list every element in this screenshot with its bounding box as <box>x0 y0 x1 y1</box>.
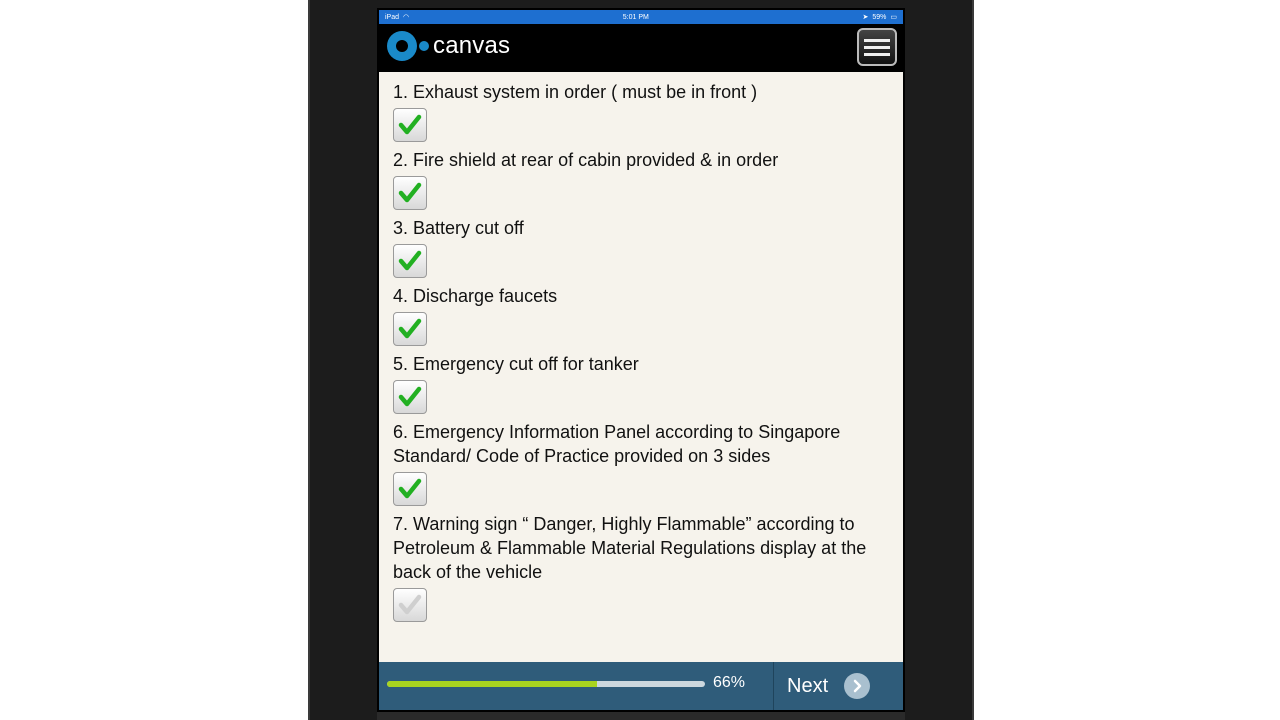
checklist-item-label: 6. Emergency Information Panel according… <box>393 422 841 466</box>
battery-icon: ▭ <box>890 14 897 21</box>
footer-divider <box>773 662 774 710</box>
checklist-item: 5. Emergency cut off for tanker <box>393 352 891 414</box>
canvas-logo-dot-icon <box>419 41 429 51</box>
checklist-item: 6. Emergency Information Panel according… <box>393 420 891 506</box>
checklist-checkbox[interactable] <box>393 108 427 142</box>
checklist-item-label: 7. Warning sign “ Danger, Highly Flammab… <box>393 514 867 582</box>
progress-bar <box>387 681 705 687</box>
checklist-item-label: 1. Exhaust system in order ( must be in … <box>393 82 758 102</box>
status-time: 5:01 PM <box>622 13 649 21</box>
app-header: canvas <box>379 24 903 72</box>
battery-percent: 59% <box>872 13 887 21</box>
canvas-logo[interactable]: canvas <box>387 31 510 61</box>
status-bar: iPad ◠ 5:01 PM ➤ 59% ▭ <box>379 10 903 24</box>
progress-fill <box>387 681 597 687</box>
checklist-checkbox[interactable] <box>393 588 427 622</box>
chevron-right-icon <box>844 673 871 699</box>
wifi-icon: ◠ <box>403 14 410 21</box>
checklist-checkbox[interactable] <box>393 176 427 210</box>
checkmark-icon <box>398 114 422 135</box>
checkmark-icon <box>398 478 422 499</box>
app-name: canvas <box>433 32 511 59</box>
checklist: 1. Exhaust system in order ( must be in … <box>393 80 891 622</box>
form-footer: 66% Next <box>379 662 903 710</box>
hamburger-menu-icon[interactable] <box>857 28 897 66</box>
checklist-checkbox[interactable] <box>393 312 427 346</box>
checklist-form: 1. Exhaust system in order ( must be in … <box>379 72 903 662</box>
location-icon: ➤ <box>862 14 869 21</box>
checkmark-icon <box>398 386 422 407</box>
checklist-checkbox[interactable] <box>393 244 427 278</box>
device-bottom-edge <box>377 712 905 720</box>
next-button[interactable]: Next <box>775 662 903 710</box>
checklist-item: 4. Discharge faucets <box>393 284 891 346</box>
checklist-checkbox[interactable] <box>393 472 427 506</box>
checkmark-icon <box>398 250 422 271</box>
progress-label: 66% <box>713 674 746 691</box>
checklist-checkbox[interactable] <box>393 380 427 414</box>
checklist-item-label: 5. Emergency cut off for tanker <box>393 354 639 374</box>
device-screen: iPad ◠ 5:01 PM ➤ 59% ▭ canvas 1. Exhaust… <box>377 8 905 712</box>
next-label: Next <box>787 674 829 697</box>
canvas-logo-mark-icon <box>387 31 417 61</box>
checklist-item: 7. Warning sign “ Danger, Highly Flammab… <box>393 512 891 622</box>
checklist-item: 1. Exhaust system in order ( must be in … <box>393 80 891 142</box>
checklist-item: 2. Fire shield at rear of cabin provided… <box>393 148 891 210</box>
checklist-item: 3. Battery cut off <box>393 216 891 278</box>
checklist-item-label: 4. Discharge faucets <box>393 286 558 306</box>
checkmark-icon <box>398 594 422 615</box>
checklist-item-label: 3. Battery cut off <box>393 218 524 238</box>
checklist-item-label: 2. Fire shield at rear of cabin provided… <box>393 150 779 170</box>
checkmark-icon <box>398 182 422 203</box>
checkmark-icon <box>398 318 422 339</box>
device-name: iPad <box>385 13 400 21</box>
